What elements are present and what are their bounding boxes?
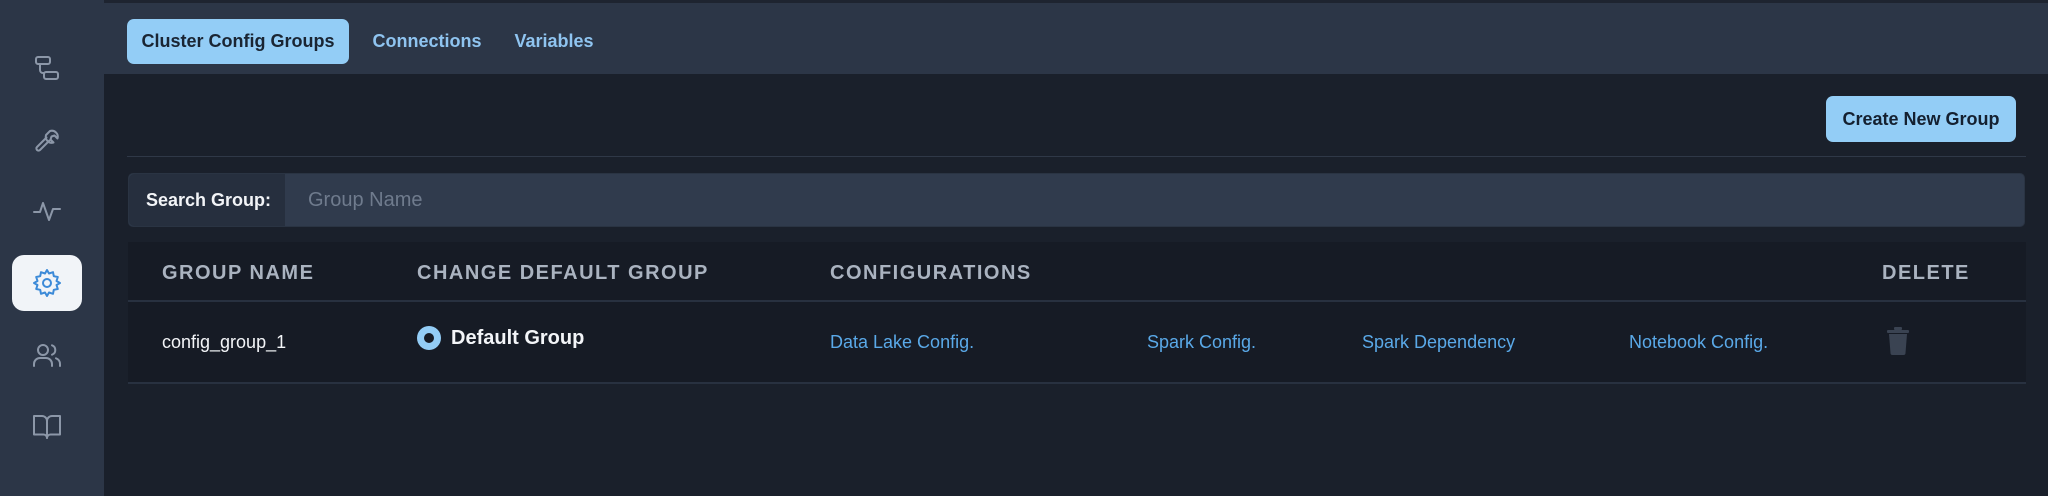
search-label: Search Group: [129, 174, 285, 226]
groups-table: GROUP NAME CHANGE DEFAULT GROUP CONFIGUR… [128, 242, 2026, 384]
flow-icon [35, 56, 59, 80]
gear-icon [33, 269, 61, 297]
column-header-change-default: CHANGE DEFAULT GROUP [417, 262, 709, 284]
column-header-delete: DELETE [1882, 262, 1970, 284]
column-header-configurations: CONFIGURATIONS [830, 262, 1032, 284]
divider [127, 156, 2026, 157]
radio-selected-dot [424, 333, 434, 343]
group-name-cell: config_group_1 [162, 332, 287, 352]
book-icon [33, 415, 61, 439]
tab-cluster-config-groups[interactable]: Cluster Config Groups [127, 19, 349, 64]
activity-icon [33, 202, 61, 221]
notebook-config-link[interactable]: Notebook Config. [1629, 332, 1768, 353]
sidebar-item-docs[interactable] [12, 398, 82, 454]
sidebar-item-tools[interactable] [12, 111, 82, 167]
tab-connections[interactable]: Connections [362, 19, 492, 64]
sidebar [0, 0, 104, 496]
spark-dependency-link[interactable]: Spark Dependency [1362, 332, 1515, 353]
search-group: Search Group: [128, 173, 2025, 227]
tab-bar: Cluster Config Groups Connections Variab… [104, 0, 2048, 74]
sidebar-item-users[interactable] [12, 327, 82, 383]
create-new-group-button[interactable]: Create New Group [1826, 96, 2016, 142]
wrench-icon [35, 129, 59, 152]
data-lake-config-link[interactable]: Data Lake Config. [830, 332, 974, 353]
header-divider [128, 300, 2026, 302]
row-divider [128, 382, 2026, 384]
sidebar-item-pipelines[interactable] [12, 40, 82, 96]
tab-variables[interactable]: Variables [504, 19, 604, 64]
default-group-radio[interactable] [417, 326, 441, 350]
sidebar-item-settings[interactable] [12, 255, 82, 311]
spark-config-link[interactable]: Spark Config. [1147, 332, 1256, 353]
column-header-group-name: GROUP NAME [162, 262, 315, 284]
search-input[interactable] [286, 174, 2024, 226]
users-icon [33, 344, 62, 367]
sidebar-item-monitoring[interactable] [12, 183, 82, 239]
trash-icon[interactable] [1886, 327, 1910, 355]
default-group-label: Default Group [451, 327, 585, 349]
